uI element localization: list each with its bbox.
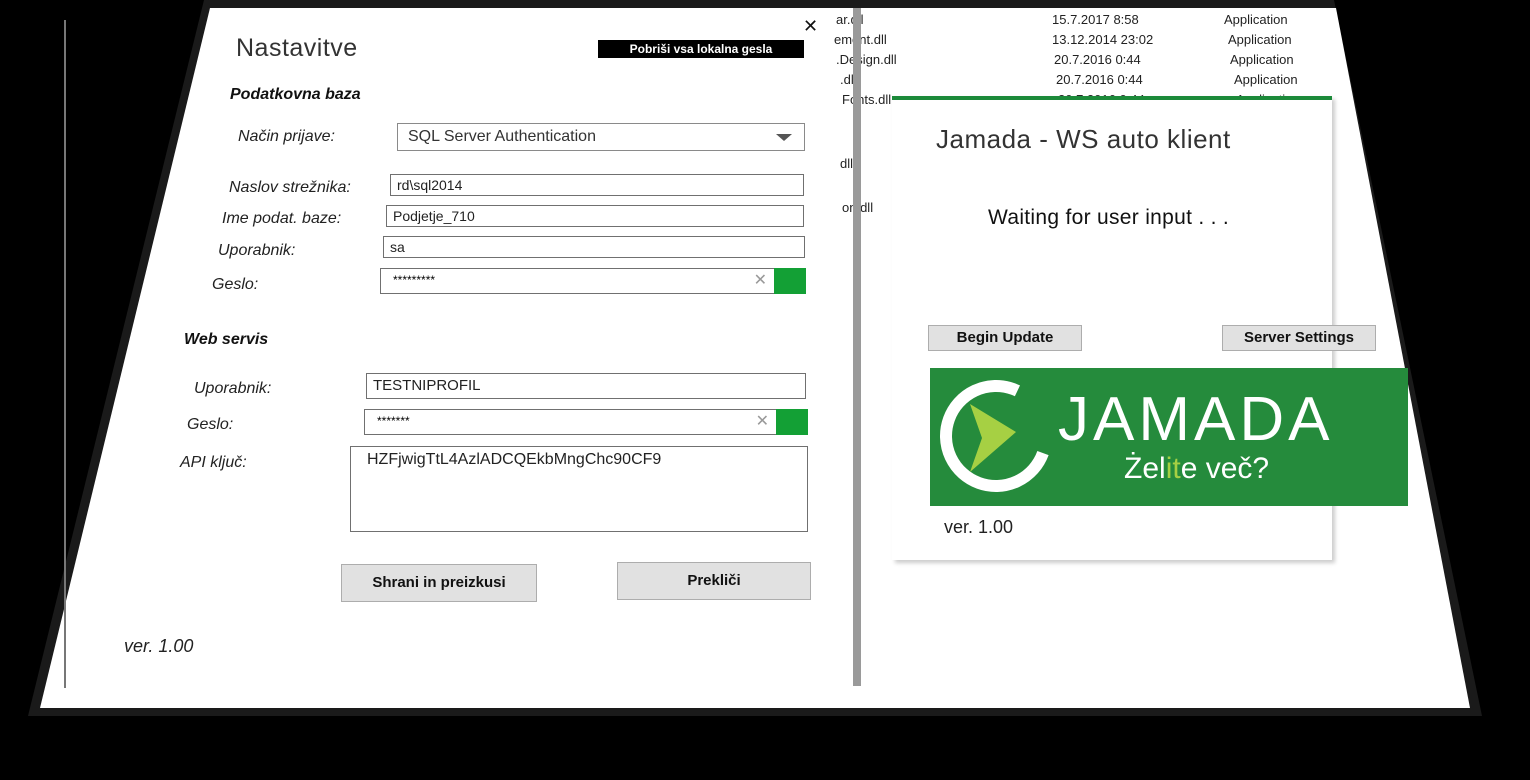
login-mode-select[interactable]: SQL Server Authentication xyxy=(397,123,805,151)
begin-update-button[interactable]: Begin Update xyxy=(928,325,1082,351)
status-text: Waiting for user input . . . xyxy=(988,206,1230,229)
db-name-input[interactable]: Podjetje_710 xyxy=(386,205,804,227)
ws-password-label: Geslo: xyxy=(187,416,234,433)
login-mode-label: Način prijave: xyxy=(238,128,335,145)
ws-user-input[interactable]: TESTNIPROFIL xyxy=(366,373,806,399)
window-divider xyxy=(853,8,861,686)
database-section-heading: Podatkovna baza xyxy=(230,86,361,103)
close-icon[interactable]: ✕ xyxy=(803,16,818,37)
clear-icon[interactable]: ✕ xyxy=(754,269,767,293)
window-edge xyxy=(64,20,66,688)
file-type: Application xyxy=(1224,12,1288,27)
server-address-label: Naslov strežnika: xyxy=(229,179,351,196)
file-type: Application xyxy=(1230,52,1294,67)
db-name-label: Ime podat. baze: xyxy=(222,210,342,227)
file-name: Fonts.dll xyxy=(842,92,892,107)
ws-user-label: Uporabnik: xyxy=(194,380,272,397)
logo-tagline-part: Żel xyxy=(1124,452,1166,485)
db-user-input[interactable]: sa xyxy=(383,236,805,258)
clear-icon[interactable]: ✕ xyxy=(756,410,769,434)
logo-tagline-accent: it xyxy=(1165,452,1181,485)
ws-password-input[interactable]: ******* ✕ xyxy=(364,409,808,435)
webservice-section-heading: Web servis xyxy=(184,331,269,348)
clear-passwords-button[interactable]: Pobriši vsa lokalna gesla xyxy=(598,40,804,58)
db-password-input[interactable]: ********* ✕ xyxy=(380,268,806,294)
file-type: Application xyxy=(1228,32,1292,47)
login-mode-value: SQL Server Authentication xyxy=(408,128,596,145)
save-and-test-button[interactable]: Shrani in preizkusi xyxy=(341,564,537,602)
password-toggle-button[interactable] xyxy=(774,268,806,294)
password-toggle-button[interactable] xyxy=(776,409,808,435)
cancel-button[interactable]: Prekliči xyxy=(617,562,811,600)
logo-tagline-part: e več? xyxy=(1180,452,1270,485)
settings-title: Nastavitve xyxy=(236,34,358,62)
client-title: Jamada - WS auto klient xyxy=(936,124,1231,154)
server-settings-button[interactable]: Server Settings xyxy=(1222,325,1376,351)
file-date: 20.7.2016 0:44 xyxy=(1056,72,1143,87)
db-user-label: Uporabnik: xyxy=(218,242,296,259)
ws-password-value: ******* xyxy=(377,414,410,428)
api-key-label: API ključ: xyxy=(180,454,247,471)
server-address-input[interactable]: rd\sql2014 xyxy=(390,174,804,196)
logo-wordmark: JAMADA xyxy=(1058,385,1334,454)
logo-tagline: Żelite več? xyxy=(1124,452,1269,486)
api-key-textarea[interactable]: HZFjwigTtL4AzlADCQEkbMngChc90CF9 xyxy=(350,446,808,532)
file-date: 13.12.2014 23:02 xyxy=(1052,32,1154,47)
file-date: 15.7.2017 8:58 xyxy=(1052,12,1139,27)
db-password-label: Geslo: xyxy=(212,276,259,293)
file-name: .Design.dll xyxy=(836,52,897,67)
chevron-down-icon xyxy=(776,134,792,141)
file-date: 20.7.2016 0:44 xyxy=(1054,52,1141,67)
client-version: ver. 1.00 xyxy=(944,517,1014,537)
file-type: Application xyxy=(1234,72,1298,87)
settings-version: ver. 1.00 xyxy=(124,636,194,656)
file-name: dll xyxy=(840,156,854,171)
db-password-value: ********* xyxy=(393,273,436,287)
